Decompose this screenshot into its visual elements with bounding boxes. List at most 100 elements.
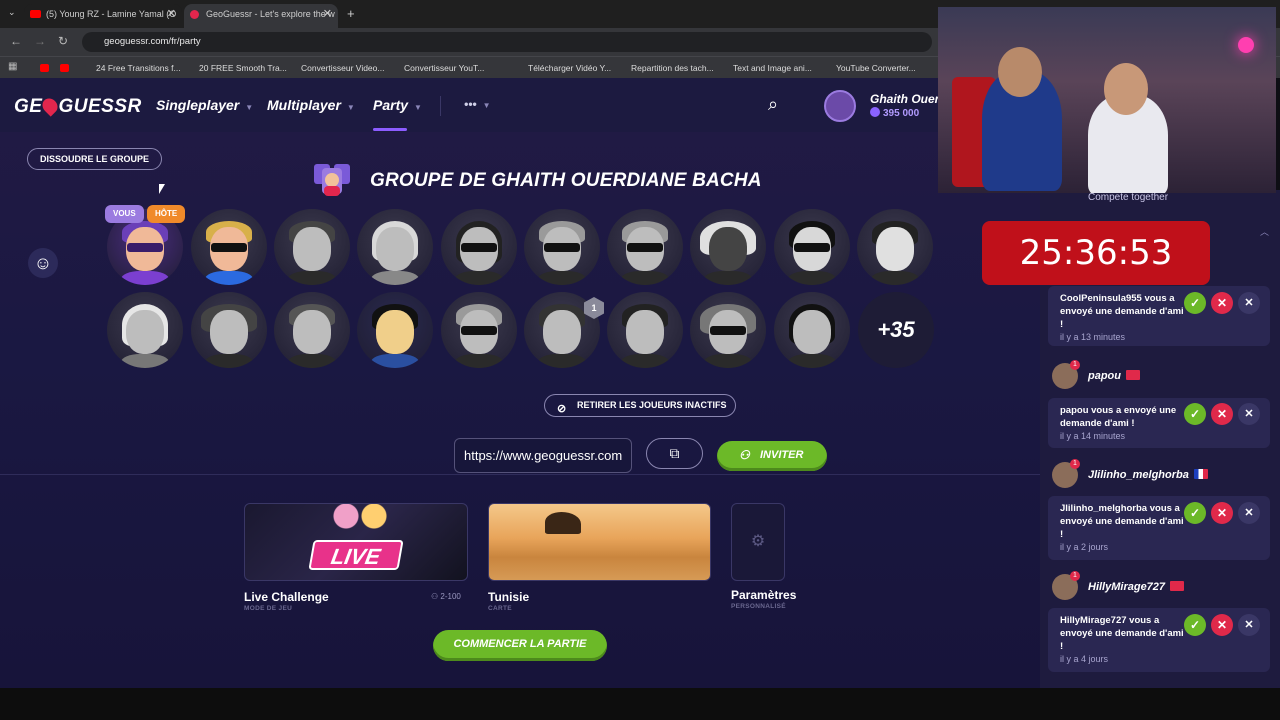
game-mode-card[interactable]: LIVE: [244, 503, 468, 581]
avatar-glasses: [627, 243, 663, 252]
player-avatar[interactable]: [774, 292, 850, 368]
nav-party[interactable]: Party ▼: [373, 97, 422, 113]
nav-singleplayer[interactable]: Singleplayer ▼: [156, 97, 253, 113]
chevron-down-icon: ▼: [245, 103, 254, 112]
decline-button[interactable]: ✕: [1211, 502, 1233, 524]
start-game-button[interactable]: COMMENCER LA PARTIE: [433, 630, 607, 661]
player-avatar[interactable]: [357, 209, 433, 285]
remove-inactive-button[interactable]: ⊘ RETIRER LES JOUEURS INACTIFS: [544, 394, 736, 417]
close-icon[interactable]: ✕: [167, 4, 176, 24]
profile-name[interactable]: Ghaith Ouerd: [870, 92, 947, 106]
avatar-glasses: [794, 243, 830, 252]
dismiss-button[interactable]: ✕: [1238, 292, 1260, 314]
player-avatar[interactable]: [441, 209, 517, 285]
geoguessr-icon: [190, 10, 199, 19]
decline-button[interactable]: ✕: [1211, 614, 1233, 636]
sender-name[interactable]: HillyMirage727: [1088, 581, 1185, 593]
dismiss-button[interactable]: ✕: [1238, 403, 1260, 425]
accept-button[interactable]: ✓: [1184, 403, 1206, 425]
more-players-count[interactable]: +35: [858, 292, 934, 368]
map-card[interactable]: [488, 503, 711, 581]
player-avatar[interactable]: [357, 292, 433, 368]
tab-youtube[interactable]: (5) Young RZ - Lamine Yamal (O ✕: [24, 4, 182, 28]
decline-button[interactable]: ✕: [1211, 403, 1233, 425]
player-avatar[interactable]: [690, 209, 766, 285]
invite-button[interactable]: ⚇ INVITER: [717, 441, 827, 471]
tab-geoguessr[interactable]: GeoGuessr - Let's explore the w ✕: [184, 4, 338, 28]
more-menu-button[interactable]: ••• ▼: [464, 97, 491, 111]
accept-button[interactable]: ✓: [1184, 292, 1206, 314]
bookmark-item[interactable]: Convertisseur YouT...: [390, 57, 484, 79]
player-avatar[interactable]: [274, 209, 350, 285]
new-tab-icon[interactable]: +: [347, 6, 355, 21]
bookmark-youtube[interactable]: [60, 57, 74, 79]
back-icon[interactable]: ←: [10, 34, 22, 48]
invite-link-field[interactable]: https://www.geoguessr.com: [454, 438, 632, 473]
notification-time: il y a 4 jours: [1060, 654, 1109, 664]
bookmark-item[interactable]: Télécharger Vidéo Y...: [514, 57, 611, 79]
bookmark-item[interactable]: 20 FREE Smooth Tra...: [185, 57, 287, 79]
copy-icon: ⧉: [669, 445, 680, 461]
bookmark-item[interactable]: 24 Free Transitions f...: [82, 57, 181, 79]
chevron-up-icon[interactable]: ︿: [1260, 225, 1269, 238]
player-avatar[interactable]: [191, 209, 267, 285]
bookmark-youtube[interactable]: [40, 57, 54, 79]
player-avatar[interactable]: [107, 292, 183, 368]
player-avatar[interactable]: [857, 209, 933, 285]
player-avatar[interactable]: [607, 292, 683, 368]
avatar-face: [543, 310, 581, 354]
dismiss-button[interactable]: ✕: [1238, 614, 1260, 636]
nav-multiplayer[interactable]: Multiplayer ▼: [267, 97, 355, 113]
avatar-glasses: [211, 243, 247, 252]
button-label: RETIRER LES JOUEURS INACTIFS: [577, 400, 727, 410]
player-avatar[interactable]: [774, 209, 850, 285]
map-subtitle: CARTE: [488, 605, 512, 612]
nav-label: Party: [373, 97, 409, 113]
dissolve-group-button[interactable]: DISSOUDRE LE GROUPE: [27, 148, 162, 170]
bookmark-item[interactable]: Text and Image ani...: [719, 57, 812, 79]
notification-message: papou vous a envoyé une demande d'ami !: [1060, 405, 1177, 429]
avatar-body: [455, 271, 503, 285]
close-icon[interactable]: ✕: [323, 4, 332, 24]
sender-name[interactable]: Jlilinho_melghorba: [1088, 469, 1208, 481]
live-badge: LIVE: [308, 540, 404, 570]
notification-time: il y a 13 minutes: [1060, 332, 1126, 342]
notification-message: HillyMirage727 vous a envoyé une demande…: [1060, 615, 1184, 652]
avatar-body: [704, 354, 752, 368]
users-icon: ⚇: [431, 592, 441, 601]
settings-card[interactable]: ⚙: [731, 503, 785, 581]
apps-icon[interactable]: ▦: [8, 61, 17, 72]
player-avatar[interactable]: [274, 292, 350, 368]
dismiss-button[interactable]: ✕: [1238, 502, 1260, 524]
emoji-reaction-button[interactable]: ☺: [28, 248, 58, 278]
accept-button[interactable]: ✓: [1184, 502, 1206, 524]
reload-icon[interactable]: ↻: [58, 34, 68, 48]
webcam-overlay: [938, 7, 1276, 193]
player-avatar[interactable]: [441, 292, 517, 368]
player-avatar[interactable]: [607, 209, 683, 285]
player-avatar[interactable]: [690, 292, 766, 368]
forward-icon[interactable]: →: [34, 34, 46, 48]
section-divider: [0, 474, 1040, 475]
smile-icon: ☺: [33, 253, 53, 273]
tab-search-icon[interactable]: ⌄: [8, 7, 16, 18]
chevron-down-icon: ▼: [482, 101, 491, 110]
search-icon[interactable]: ⌕: [768, 94, 778, 115]
youtube-icon: [30, 10, 41, 18]
bookmark-item[interactable]: Repartition des tach...: [617, 57, 714, 79]
accept-button[interactable]: ✓: [1184, 614, 1206, 636]
decline-button[interactable]: ✕: [1211, 292, 1233, 314]
sender-name[interactable]: papou: [1088, 370, 1140, 382]
youtube-icon: [40, 64, 49, 72]
tab-title: GeoGuessr - Let's explore the w: [206, 9, 335, 19]
geoguessr-logo[interactable]: GE GUESSR: [14, 95, 142, 118]
bookmark-item[interactable]: Convertisseur Video...: [287, 57, 384, 79]
avatar-face: [210, 310, 248, 354]
copy-link-button[interactable]: ⧉: [646, 438, 703, 469]
player-avatar[interactable]: [191, 292, 267, 368]
bookmark-item[interactable]: YouTube Converter...: [822, 57, 916, 79]
url-field[interactable]: geoguessr.com/fr/party: [82, 32, 932, 52]
player-avatar[interactable]: [524, 209, 600, 285]
avatar[interactable]: [824, 90, 856, 122]
notification-badge: 1: [1070, 360, 1080, 370]
